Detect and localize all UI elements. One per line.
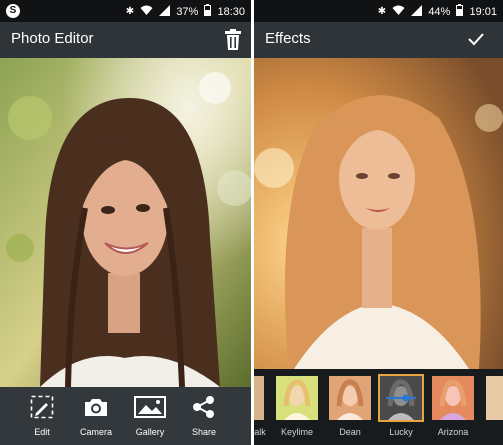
effect-thumb-partial[interactable] — [254, 376, 264, 420]
gallery-button[interactable]: Gallery — [120, 387, 180, 445]
effect-preview-photo — [254, 58, 503, 369]
battery-percent: 44% — [428, 5, 451, 18]
effect-thumb-arizona[interactable] — [432, 376, 474, 420]
edit-label: Edit — [34, 427, 50, 437]
app-bar: Effects — [254, 22, 503, 58]
effects-screen: ✱ 44% 19:01 Effects alk Keylime Dean Luc… — [254, 0, 503, 445]
share-button[interactable]: Share — [174, 387, 234, 445]
effect-label: Arizona — [437, 427, 469, 437]
adjust-slider-icon[interactable] — [386, 394, 416, 402]
gallery-label: Gallery — [135, 427, 165, 437]
app-bar: Photo Editor — [0, 22, 251, 58]
status-bar: S ✱ 37% 18:30 — [0, 0, 251, 22]
edit-icon — [30, 395, 54, 419]
camera-icon — [85, 399, 107, 416]
wifi-icon — [140, 5, 153, 19]
gallery-icon — [134, 396, 166, 418]
trash-icon[interactable] — [224, 29, 242, 56]
battery-icon — [456, 4, 464, 19]
edit-button[interactable]: Edit — [12, 387, 72, 445]
effect-label: Keylime — [280, 427, 313, 437]
clock: 18:30 — [217, 5, 245, 18]
signal-icon — [411, 4, 423, 19]
share-label: Share — [191, 427, 217, 437]
status-bar: ✱ 44% 19:01 — [254, 0, 503, 22]
effects-filmstrip: alk Keylime Dean Lucky Arizona — [254, 369, 503, 445]
signal-icon — [159, 4, 171, 19]
skype-notification-icon: S — [6, 4, 20, 18]
effect-thumb-lucky[interactable] — [378, 374, 424, 422]
bluetooth-icon: ✱ — [377, 6, 387, 17]
screen-title: Effects — [265, 30, 311, 47]
bluetooth-icon: ✱ — [125, 6, 135, 17]
effect-label: Lucky — [389, 427, 413, 437]
share-icon — [193, 396, 214, 418]
clock: 19:01 — [469, 5, 497, 18]
camera-label: Camera — [79, 427, 112, 437]
battery-icon — [204, 4, 212, 19]
edited-photo — [0, 58, 251, 387]
battery-percent: 37% — [176, 5, 199, 18]
checkmark-icon[interactable] — [468, 32, 484, 51]
wifi-icon — [392, 5, 405, 19]
effect-thumb-partial[interactable] — [486, 376, 503, 420]
effect-thumb-keylime[interactable] — [276, 376, 318, 420]
effect-thumb-dean[interactable] — [329, 376, 371, 420]
camera-button[interactable]: Camera — [66, 387, 126, 445]
photo-editor-screen: S ✱ 37% 18:30 Photo Editor Edit Camera G… — [0, 0, 251, 445]
screen-title: Photo Editor — [11, 30, 94, 47]
bottom-toolbar: Edit Camera Gallery Share — [0, 387, 251, 445]
